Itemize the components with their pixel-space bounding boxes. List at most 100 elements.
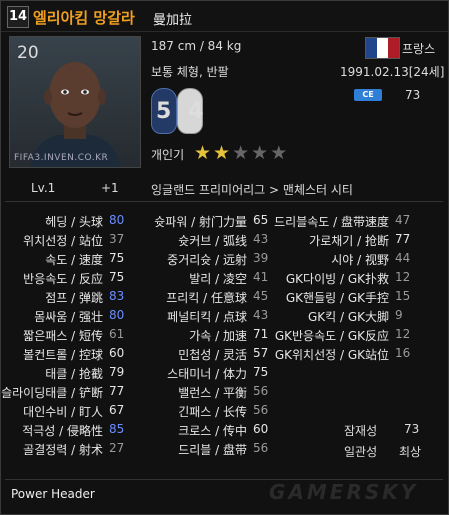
stat-label: 가로채기 / 抢断 <box>309 234 389 248</box>
site-watermark: GAMERSKY <box>269 480 419 504</box>
skill-stars: ★ ★ ★ ★ ★ <box>194 144 287 163</box>
stat-label: GK위치선정 / GK站位 <box>274 348 389 362</box>
stat-value: 39 <box>253 251 269 265</box>
stat-row: 긴패스 / 长传 56 <box>159 403 285 422</box>
stat-label: 시야 / 视野 <box>331 253 389 267</box>
stat-value: 75 <box>109 251 125 265</box>
stat-label: 슬라이딩태클 / 铲断 <box>1 386 103 400</box>
stat-value: 37 <box>109 232 125 246</box>
stat-value: 43 <box>253 308 269 322</box>
stat-row: 슛커브 / 弧线 43 <box>159 232 285 251</box>
stat-label: 속도 / 速度 <box>45 253 103 267</box>
stat-value: 56 <box>253 403 269 417</box>
stat-value: 60 <box>109 346 125 360</box>
stat-label: 밸런스 / 平衡 <box>178 386 247 400</box>
divider <box>5 201 443 202</box>
stat-label: 적극성 / 侵略性 <box>22 424 103 438</box>
overall-badge: 14 <box>7 6 29 28</box>
right-foot-value: 4 <box>188 99 204 124</box>
stats-column-2: 슛파워 / 射门力量 65 슛커브 / 弧线 43 중거리슛 / 远射 39 발리 / 凌空… <box>154 213 285 460</box>
stat-value: 60 <box>253 422 269 436</box>
stat-row: 페널티킥 / 点球 43 <box>159 308 285 327</box>
stat-row: 시야 / 视野 44 <box>301 251 431 270</box>
stat-value: 79 <box>109 365 125 379</box>
stat-value: 56 <box>253 384 269 398</box>
star-icon: ★ <box>270 142 288 164</box>
stat-label: GK다이빙 / GK扑救 <box>285 272 389 286</box>
star-icon: ★ <box>232 142 250 164</box>
player-name-korean: 엘리아킴 망갈라 <box>33 9 135 27</box>
star-icon: ★ <box>213 142 231 164</box>
stat-label: 중거리슛 / 远射 <box>167 253 247 267</box>
star-icon: ★ <box>251 142 269 164</box>
stats-column-3: 드리블속도 / 盘带速度 47 가로채기 / 抢断 77 시야 / 视野 44 GK다이빙 … <box>274 213 431 365</box>
stat-row: GK위치선정 / GK站位 16 <box>275 346 431 365</box>
stat-value: 16 <box>395 346 411 360</box>
stat-label: 슛커브 / 弧线 <box>178 234 247 248</box>
stat-value: 80 <box>109 213 125 227</box>
stat-row: 몸싸움 / 强壮 80 <box>9 308 135 327</box>
stat-label: GK킥 / GK大脚 <box>307 310 389 324</box>
stat-label: 몸싸움 / 强壮 <box>34 310 103 324</box>
stat-value: 85 <box>109 422 125 436</box>
stat-value: 12 <box>395 327 411 341</box>
stat-label: 반응속도 / 反应 <box>23 272 103 286</box>
photo-watermark: FIFA3.INVEN.CO.KR <box>14 153 109 163</box>
stat-value: 44 <box>395 251 411 265</box>
stat-label: 헤딩 / 头球 <box>45 215 103 229</box>
stat-label: 슛파워 / 射门力量 <box>154 215 247 229</box>
stat-row: 중거리슛 / 远射 39 <box>159 251 285 270</box>
stat-row: 점프 / 弹跳 83 <box>9 289 135 308</box>
stat-row: 가속 / 加速 71 <box>159 327 285 346</box>
stat-row: GK핸들링 / GK手控 15 <box>286 289 431 308</box>
player-photo: 20 FIFA3.INVEN.CO.KR <box>9 36 141 168</box>
stat-row: GK킥 / GK大脚 9 <box>301 308 431 327</box>
skill-label: 개인기 <box>151 148 185 162</box>
stat-row: 민첩성 / 灵活 57 <box>159 346 285 365</box>
stat-row: 헤딩 / 头球 80 <box>9 213 135 232</box>
card-header: 14 엘리아킴 망갈라 曼加拉 <box>1 1 448 32</box>
stat-label: 점프 / 弹跳 <box>45 291 103 305</box>
stat-value: 83 <box>109 289 125 303</box>
body-type: 보통 체형, 반팔 <box>151 65 229 79</box>
nation-name: 프랑스 <box>402 42 436 56</box>
stat-row: 짧은패스 / 短传 61 <box>9 327 135 346</box>
stat-label: 가속 / 加速 <box>189 329 247 343</box>
stat-label: 긴패스 / 长传 <box>178 405 247 419</box>
height-weight: 187 cm / 84 kg <box>151 39 242 53</box>
stat-row: 볼컨트롤 / 控球 60 <box>9 346 135 365</box>
stat-value: 61 <box>109 327 125 341</box>
stat-row: 골결정력 / 射术 27 <box>9 441 135 460</box>
stat-row: GK다이빙 / GK扑救 12 <box>286 270 431 289</box>
stat-label: 크로스 / 传中 <box>178 424 247 438</box>
ce-badge: CE <box>354 89 382 101</box>
stat-value: 80 <box>109 308 125 322</box>
plus-level: +1 <box>101 181 119 195</box>
stat-row: GK반응속도 / GK反应 12 <box>275 327 431 346</box>
stat-value: 77 <box>395 232 411 246</box>
left-foot-value: 5 <box>156 99 172 124</box>
stat-row: 가로채기 / 抢断 77 <box>301 232 431 251</box>
stat-value: 15 <box>395 289 411 303</box>
jersey-number: 20 <box>17 43 39 63</box>
stat-row: 발리 / 凌空 41 <box>159 270 285 289</box>
level-text: Lv.1 <box>31 181 56 195</box>
stat-label: 스태미너 / 体力 <box>167 367 247 381</box>
stat-label: 민첩성 / 灵活 <box>178 348 247 362</box>
stat-label: 페널티킥 / 点球 <box>167 310 247 324</box>
player-card: 14 엘리아킴 망갈라 曼加拉 20 FIFA3.INVEN.CO.KR 187… <box>0 0 449 515</box>
stat-value: 77 <box>109 384 125 398</box>
potential-label: 잠재성 <box>344 424 378 438</box>
stat-value: 27 <box>109 441 125 455</box>
stat-value: 56 <box>253 441 269 455</box>
nation-flag-icon <box>365 37 400 59</box>
stat-row: 적극성 / 侵略性 85 <box>9 422 135 441</box>
trait-text: Power Header <box>11 487 95 501</box>
stat-row: 대인수비 / 盯人 67 <box>9 403 135 422</box>
stat-row: 프리킥 / 任意球 45 <box>159 289 285 308</box>
stat-label: 프리킥 / 任意球 <box>166 291 247 305</box>
consistency-label: 일관성 <box>344 445 378 459</box>
stat-row: 크로스 / 传中 60 <box>159 422 285 441</box>
stat-row: 슛파워 / 射门力量 65 <box>154 213 285 232</box>
stat-value: 12 <box>395 270 411 284</box>
